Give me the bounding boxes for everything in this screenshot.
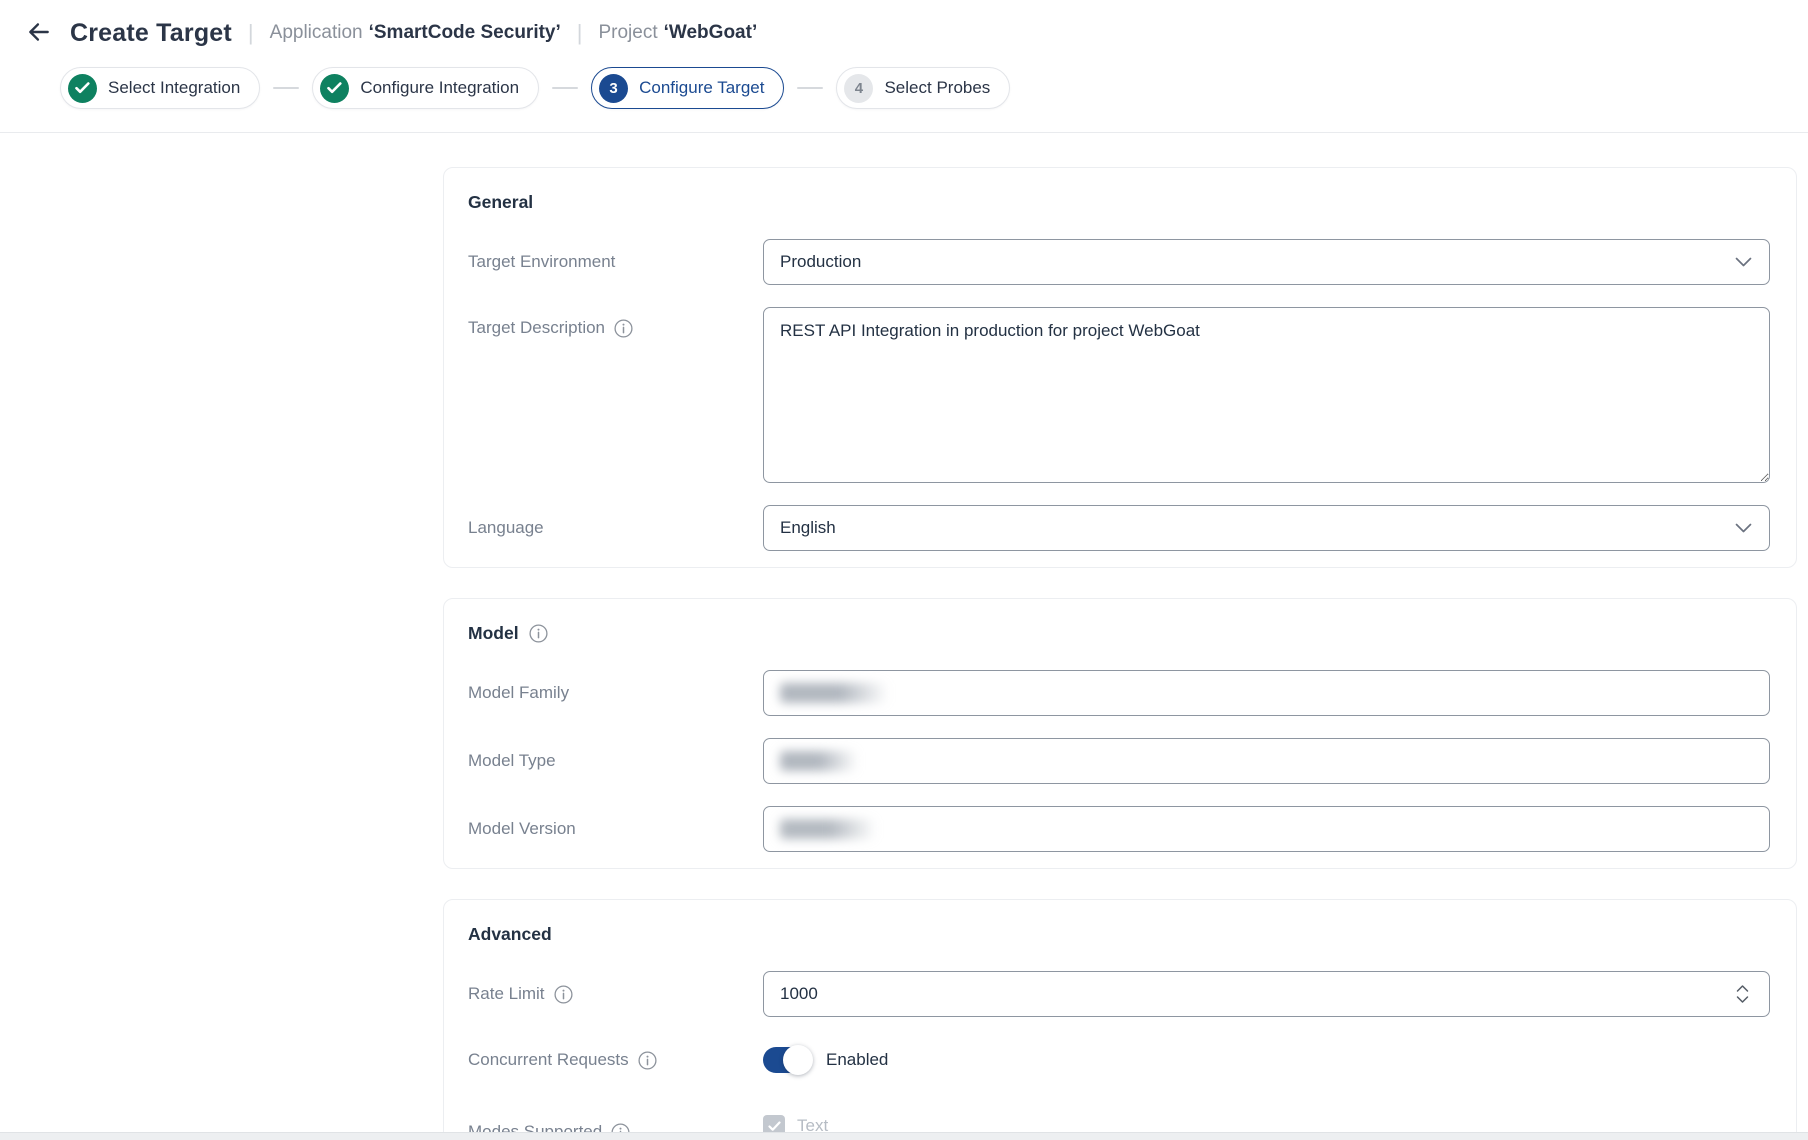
checkbox-check-icon bbox=[768, 1121, 781, 1132]
toggle-knob bbox=[783, 1045, 813, 1075]
step-configure-integration[interactable]: Configure Integration bbox=[312, 67, 539, 109]
select-value: Production bbox=[780, 252, 861, 272]
model-family-input[interactable] bbox=[763, 670, 1770, 716]
step-label: Select Probes bbox=[884, 78, 990, 98]
rate-limit-input[interactable]: 1000 bbox=[763, 971, 1770, 1017]
back-arrow-icon bbox=[26, 19, 52, 48]
wizard-stepper: Select Integration Configure Integration… bbox=[60, 67, 1808, 109]
info-icon[interactable] bbox=[638, 1051, 657, 1070]
breadcrumb-value: ‘WebGoat’ bbox=[664, 22, 758, 43]
model-version-row: Model Version bbox=[468, 806, 1770, 852]
field-label-text: Model Type bbox=[468, 751, 556, 771]
step-label: Configure Integration bbox=[360, 78, 519, 98]
step-select-probes[interactable]: 4 Select Probes bbox=[836, 67, 1010, 109]
number-stepper-down-icon bbox=[1736, 996, 1749, 1004]
input-value: 1000 bbox=[780, 984, 818, 1004]
title-divider: | bbox=[248, 20, 254, 46]
language-label: Language bbox=[468, 518, 763, 538]
model-family-row: Model Family bbox=[468, 670, 1770, 716]
breadcrumb-prefix: Project bbox=[598, 22, 657, 43]
target-environment-label: Target Environment bbox=[468, 252, 763, 272]
info-icon[interactable] bbox=[529, 624, 548, 643]
step-connector bbox=[797, 87, 823, 89]
language-select[interactable]: English bbox=[763, 505, 1770, 551]
field-label-text: Concurrent Requests bbox=[468, 1050, 629, 1070]
field-label-text: Model Family bbox=[468, 683, 569, 703]
model-version-input[interactable] bbox=[763, 806, 1770, 852]
model-type-input[interactable] bbox=[763, 738, 1770, 784]
model-section-title: Model bbox=[468, 623, 1770, 644]
model-version-label: Model Version bbox=[468, 819, 763, 839]
field-label-text: Target Description bbox=[468, 318, 605, 338]
chevron-down-icon bbox=[1735, 257, 1752, 267]
form-content: General Target Environment Production bbox=[0, 133, 1808, 1140]
advanced-section: Advanced Rate Limit 1000 bbox=[443, 899, 1797, 1140]
breadcrumb-project: Project ‘WebGoat’ bbox=[598, 22, 757, 44]
breadcrumb-value: ‘SmartCode Security’ bbox=[369, 22, 561, 43]
general-section: General Target Environment Production bbox=[443, 167, 1797, 568]
model-type-label: Model Type bbox=[468, 751, 763, 771]
number-stepper-up-icon bbox=[1736, 985, 1749, 993]
field-label-text: Target Environment bbox=[468, 252, 615, 272]
check-icon bbox=[68, 74, 97, 103]
rate-limit-label: Rate Limit bbox=[468, 984, 763, 1004]
rate-limit-row: Rate Limit 1000 bbox=[468, 971, 1770, 1017]
title-bar: Create Target | Application ‘SmartCode Se… bbox=[0, 0, 1808, 50]
language-row: Language English bbox=[468, 505, 1770, 551]
step-label: Configure Target bbox=[639, 78, 764, 98]
concurrent-requests-label: Concurrent Requests bbox=[468, 1050, 763, 1070]
field-label-text: Language bbox=[468, 518, 544, 538]
number-stepper[interactable] bbox=[1736, 985, 1749, 1004]
advanced-section-title: Advanced bbox=[468, 924, 1770, 945]
step-connector bbox=[552, 87, 578, 89]
step-number: 3 bbox=[599, 74, 628, 103]
step-select-integration[interactable]: Select Integration bbox=[60, 67, 260, 109]
viewport-bottom-strip bbox=[0, 1132, 1808, 1140]
page-title: Create Target bbox=[70, 19, 232, 48]
step-configure-target[interactable]: 3 Configure Target bbox=[591, 67, 784, 109]
chevron-down-icon bbox=[1735, 523, 1752, 533]
select-value: English bbox=[780, 518, 836, 538]
step-label: Select Integration bbox=[108, 78, 240, 98]
concurrent-requests-toggle[interactable] bbox=[763, 1047, 810, 1073]
target-environment-row: Target Environment Production bbox=[468, 239, 1770, 285]
target-description-row: Target Description REST API Integration … bbox=[468, 307, 1770, 483]
breadcrumb-application: Application ‘SmartCode Security’ bbox=[270, 22, 561, 44]
field-label-text: Rate Limit bbox=[468, 984, 545, 1004]
model-type-row: Model Type bbox=[468, 738, 1770, 784]
section-title-text: General bbox=[468, 192, 533, 213]
toggle-state-label: Enabled bbox=[826, 1050, 888, 1070]
breadcrumb-prefix: Application bbox=[270, 22, 363, 43]
field-label-text: Model Version bbox=[468, 819, 576, 839]
target-description-label: Target Description bbox=[468, 307, 763, 338]
redacted-value bbox=[780, 819, 876, 839]
step-connector bbox=[273, 87, 299, 89]
model-family-label: Model Family bbox=[468, 683, 763, 703]
title-divider: | bbox=[577, 20, 583, 46]
page-header: Create Target | Application ‘SmartCode Se… bbox=[0, 0, 1808, 133]
section-title-text: Model bbox=[468, 623, 519, 644]
redacted-value bbox=[780, 751, 858, 771]
section-title-text: Advanced bbox=[468, 924, 552, 945]
redacted-value bbox=[780, 683, 888, 703]
concurrent-requests-row: Concurrent Requests Enabled bbox=[468, 1047, 1770, 1073]
model-section: Model Model Family Model Type bbox=[443, 598, 1797, 869]
general-section-title: General bbox=[468, 192, 1770, 213]
target-description-textarea[interactable]: REST API Integration in production for p… bbox=[763, 307, 1770, 483]
check-icon bbox=[320, 74, 349, 103]
info-icon[interactable] bbox=[554, 985, 573, 1004]
step-number: 4 bbox=[844, 74, 873, 103]
info-icon[interactable] bbox=[614, 319, 633, 338]
target-environment-select[interactable]: Production bbox=[763, 239, 1770, 285]
back-button[interactable] bbox=[22, 16, 56, 50]
